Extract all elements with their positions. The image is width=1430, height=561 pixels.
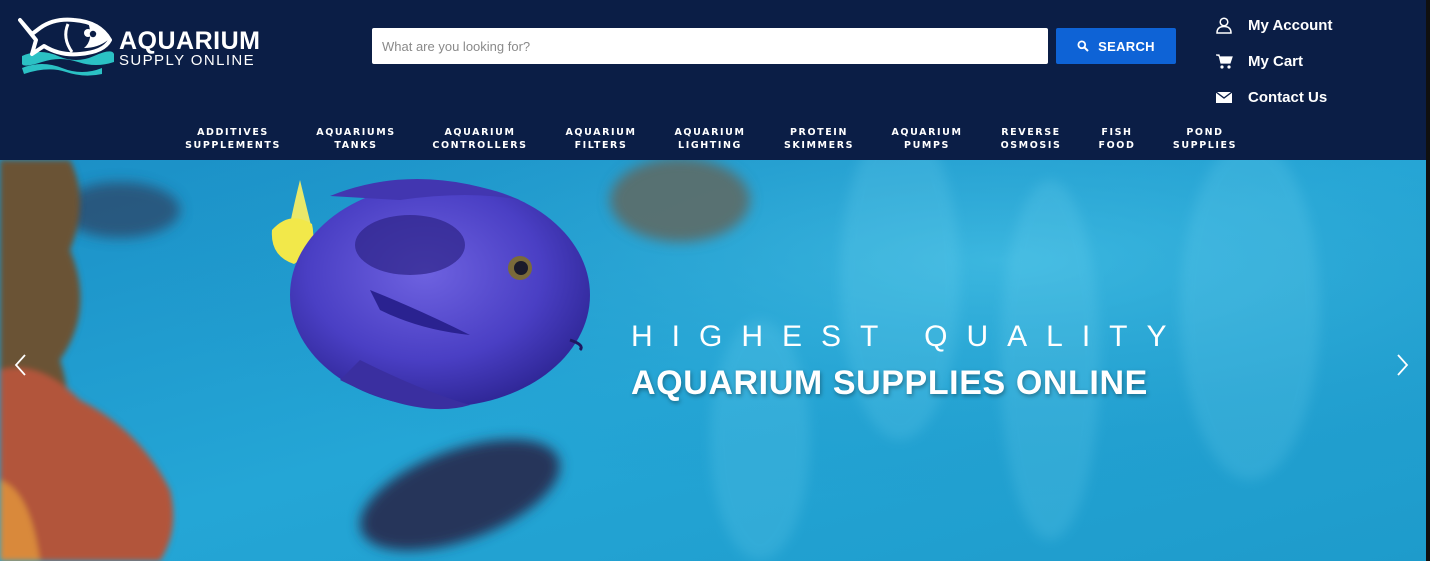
chevron-right-icon — [1397, 354, 1409, 376]
nav-label-line1: AQUARIUM — [674, 127, 746, 138]
nav-label-line1: REVERSE — [1001, 127, 1061, 138]
nav-item-aquarium-controllers[interactable]: AQUARIUM CONTROLLERS — [426, 126, 534, 152]
nav-label-line2: SUPPLIES — [1172, 140, 1238, 151]
cart-icon — [1214, 51, 1234, 71]
nav-label-line2: CONTROLLERS — [432, 140, 528, 151]
window-edge — [1426, 0, 1430, 561]
nav-label-line2: OSMOSIS — [1000, 140, 1062, 151]
nav-item-pond-supplies[interactable]: POND SUPPLIES — [1168, 126, 1242, 152]
nav-item-aquarium-filters[interactable]: AQUARIUM FILTERS — [556, 126, 646, 152]
nav-item-protein-skimmers[interactable]: PROTEIN SKIMMERS — [776, 126, 862, 152]
hero-banner[interactable]: HIGHEST QUALITY AQUARIUM SUPPLIES ONLINE — [0, 160, 1426, 561]
search-button-label: SEARCH — [1098, 38, 1155, 54]
nav-label-line1: AQUARIUMS — [316, 127, 396, 138]
logo-wordmark: AQUARIUM — [119, 27, 261, 55]
nav-item-aquarium-pumps[interactable]: AQUARIUM PUMPS — [882, 126, 972, 152]
carousel-prev-button[interactable] — [10, 350, 30, 380]
nav-label-line2: TANKS — [334, 140, 378, 151]
nav-label-line1: POND — [1186, 127, 1224, 138]
nav-label-line1: AQUARIUM — [565, 127, 637, 138]
user-icon — [1214, 15, 1234, 35]
carousel-next-button[interactable] — [1393, 350, 1413, 380]
nav-label-line2: SKIMMERS — [783, 140, 855, 151]
site-logo[interactable]: AQUARIUM SUPPLY ONLINE — [18, 16, 268, 80]
nav-item-additives-supplements[interactable]: ADDITIVES SUPPLEMENTS — [180, 126, 286, 152]
contact-us-label: Contact Us — [1248, 88, 1328, 106]
nav-label-line1: AQUARIUM — [891, 127, 963, 138]
mail-icon — [1214, 87, 1234, 107]
contact-us-link[interactable]: Contact Us — [1214, 86, 1404, 108]
chevron-left-icon — [14, 354, 26, 376]
nav-label-line1: FISH — [1101, 127, 1133, 138]
search-icon — [1077, 40, 1089, 52]
nav-label-line1: AQUARIUM — [444, 127, 516, 138]
site-header: AQUARIUM SUPPLY ONLINE SEARCH My Account — [0, 0, 1426, 160]
my-account-link[interactable]: My Account — [1214, 14, 1404, 36]
nav-label-line1: PROTEIN — [789, 127, 848, 138]
my-account-label: My Account — [1248, 16, 1333, 34]
nav-item-aquarium-lighting[interactable]: AQUARIUM LIGHTING — [665, 126, 755, 152]
nav-label-line1: ADDITIVES — [197, 127, 269, 138]
my-cart-link[interactable]: My Cart — [1214, 50, 1404, 72]
nav-label-line2: PUMPS — [904, 140, 950, 151]
nav-label-line2: SUPPLEMENTS — [185, 140, 281, 151]
nav-label-line2: FILTERS — [574, 140, 628, 151]
hero-underwater-image — [0, 160, 1426, 561]
search-input[interactable] — [372, 28, 1048, 64]
nav-label-line2: LIGHTING — [678, 140, 742, 151]
fish-logo-icon — [18, 17, 114, 76]
nav-item-reverse-osmosis[interactable]: REVERSE OSMOSIS — [994, 126, 1068, 152]
nav-label-line2: FOOD — [1098, 140, 1136, 151]
logo-tagline: SUPPLY ONLINE — [119, 52, 256, 69]
nav-item-aquariums-tanks[interactable]: AQUARIUMS TANKS — [308, 126, 404, 152]
search-button[interactable]: SEARCH — [1056, 28, 1176, 64]
nav-item-fish-food[interactable]: FISH FOOD — [1090, 126, 1144, 152]
my-cart-label: My Cart — [1248, 52, 1304, 70]
hero-title: AQUARIUM SUPPLIES ONLINE — [631, 364, 1148, 402]
hero-eyebrow: HIGHEST QUALITY — [631, 320, 1186, 353]
